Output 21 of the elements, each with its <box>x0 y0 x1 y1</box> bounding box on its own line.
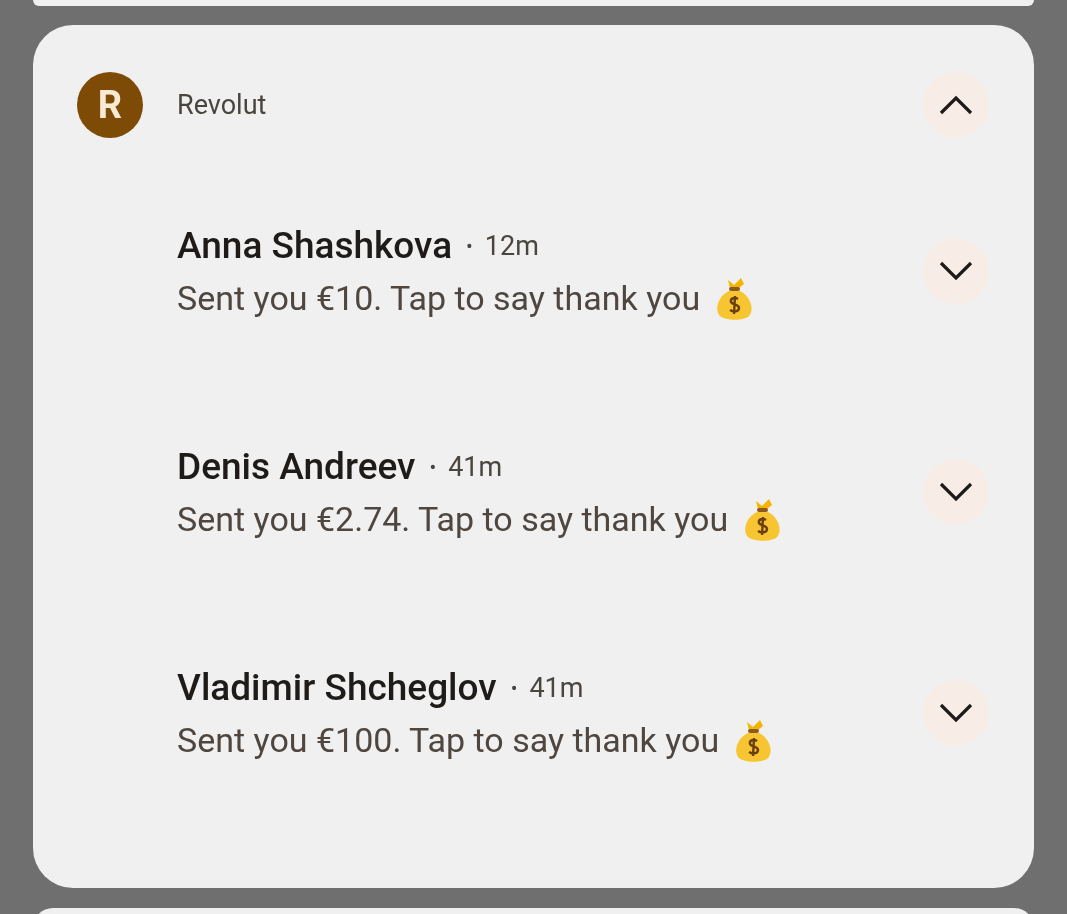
money-bag-icon <box>714 276 755 320</box>
time-ago: 41m <box>448 449 503 485</box>
sender-name: Vladimir Shcheglov <box>177 665 497 711</box>
separator-dot: • <box>510 675 518 702</box>
sender-name: Anna Shashkova <box>177 223 453 269</box>
message-text: Sent you €10. Tap to say thank you <box>177 277 701 320</box>
chevron-down-icon <box>939 482 973 502</box>
money-bag-icon <box>742 497 783 541</box>
chevron-up-icon <box>939 95 973 115</box>
separator-dot: • <box>429 454 437 481</box>
time-ago: 41m <box>529 670 584 706</box>
app-logo: R <box>77 72 143 138</box>
app-name: Revolut <box>177 87 267 123</box>
chevron-down-icon <box>939 703 973 723</box>
separator-dot: • <box>466 233 473 260</box>
money-bag-icon <box>733 718 774 762</box>
message-text: Sent you €100. Tap to say thank you <box>177 719 720 762</box>
message-text: Sent you €2.74. Tap to say thank you <box>177 498 729 541</box>
sender-name: Denis Andreev <box>177 444 416 490</box>
time-ago: 12m <box>484 228 539 264</box>
chevron-down-icon <box>939 261 973 281</box>
